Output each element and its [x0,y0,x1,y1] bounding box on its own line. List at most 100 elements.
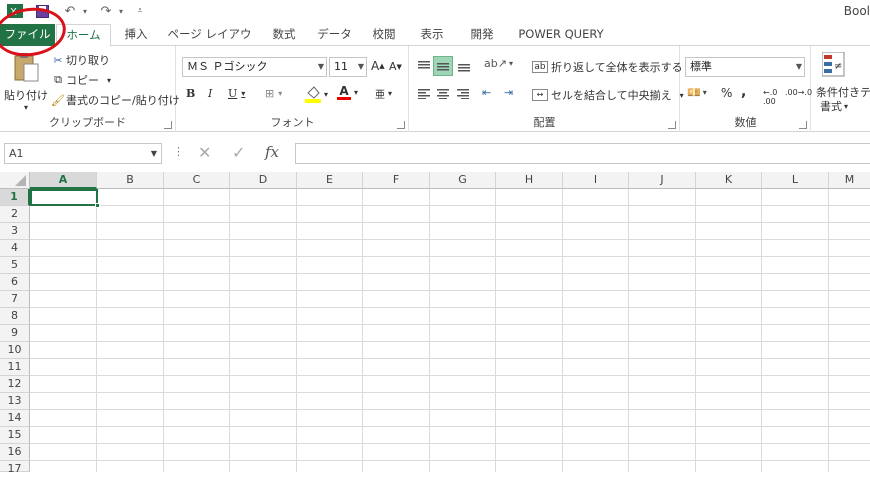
column-header-d[interactable]: D [230,172,297,189]
paste-button[interactable]: 貼り付け ▾ [4,52,48,112]
conditional-format-icon[interactable]: ≠ [822,52,846,78]
copy-label: コピー [66,74,99,87]
redo-dropdown-icon[interactable]: ▾ [116,3,126,19]
font-color-dropdown-icon[interactable]: ▾ [354,88,358,97]
clipboard-group-label: クリップボード [49,116,126,129]
row-header-7[interactable]: 7 [0,291,30,308]
redo-icon[interactable]: ↷ [98,3,114,19]
decrease-indent-icon[interactable]: ⇤ [482,86,491,99]
column-header-m[interactable]: M [829,172,870,189]
tab-formulas[interactable]: 数式 [264,24,304,46]
column-header-j[interactable]: J [629,172,696,189]
currency-icon[interactable]: 💴 ▾ [687,86,707,99]
fill-handle[interactable] [95,203,100,208]
column-header-b[interactable]: B [97,172,164,189]
conditional-format-sub-label[interactable]: 書式 ▾ [820,98,848,114]
fill-color-icon[interactable]: ▾ [305,85,328,103]
row-header-17[interactable]: 17 [0,461,30,475]
column-header-e[interactable]: E [297,172,363,189]
gridline [429,189,430,472]
undo-icon[interactable]: ↶ [62,3,78,19]
select-all-corner[interactable] [0,172,30,189]
row-header-15[interactable]: 15 [0,427,30,444]
tab-insert[interactable]: 挿入 [116,24,156,46]
underline-button[interactable]: U ▾ [228,87,245,100]
italic-button[interactable]: I [208,87,212,100]
number-launcher-icon[interactable] [799,121,807,129]
row-header-2[interactable]: 2 [0,206,30,223]
row-header-3[interactable]: 3 [0,223,30,240]
alignment-launcher-icon[interactable] [668,121,676,129]
number-group: 標準 ▼ 💴 ▾ % , ←.0.00 .00→.0 数値 [681,46,812,132]
font-color-icon[interactable]: A [337,85,351,100]
format-painter-button[interactable]: 🖌 書式のコピー/貼り付け [50,92,180,108]
row-header-10[interactable]: 10 [0,342,30,359]
wrap-text-label: 折り返して全体を表示する [551,61,683,74]
tab-power-query[interactable]: POWER QUERY [512,24,610,46]
tab-review[interactable]: 校閲 [364,24,404,46]
undo-dropdown-icon[interactable]: ▾ [80,3,90,19]
clipboard-group: 貼り付け ▾ ✂ 切り取り ⧉ コピー ▾ 🖌 書式のコピー/貼り付け クリップ… [0,46,180,132]
font-size-select[interactable]: 11 ▼ [329,57,367,77]
column-header-c[interactable]: C [164,172,230,189]
font-name-select[interactable]: ＭＳ Ｐゴシック ▼ [182,57,327,77]
column-header-f[interactable]: F [363,172,430,189]
row-header-11[interactable]: 11 [0,359,30,376]
formula-bar-handle-icon[interactable]: ⋮ [173,145,184,158]
row-header-6[interactable]: 6 [0,274,30,291]
align-middle-icon[interactable] [433,56,453,76]
tab-developer[interactable]: 開発 [462,24,502,46]
column-header-k[interactable]: K [696,172,762,189]
merge-center-button[interactable]: ↔ セルを結合して中央揃え ▾ [532,87,684,103]
enter-icon[interactable]: ✓ [232,143,245,162]
row-header-16[interactable]: 16 [0,444,30,461]
cut-button[interactable]: ✂ 切り取り [50,52,110,68]
column-header-h[interactable]: H [496,172,563,189]
increase-font-icon[interactable]: A ▲ [371,59,385,73]
name-box[interactable]: A1 ▼ [4,143,162,164]
row-header-1[interactable]: 1 [0,189,30,206]
wrap-text-button[interactable]: ab 折り返して全体を表示する [532,59,683,75]
decrease-decimal-icon[interactable]: .00→.0 [785,88,812,97]
customize-qat-icon[interactable]: ⩡ [134,3,146,19]
row-header-8[interactable]: 8 [0,308,30,325]
comma-button[interactable]: , [741,84,746,100]
column-header-i[interactable]: I [563,172,629,189]
bold-button[interactable]: B [186,87,195,100]
align-right-icon[interactable] [454,86,472,102]
tab-page-layout[interactable]: ページ レイアウト [162,24,257,62]
number-format-select[interactable]: 標準 ▼ [685,57,805,77]
clipboard-launcher-icon[interactable] [164,121,172,129]
align-left-icon[interactable] [415,86,433,102]
percent-button[interactable]: % [721,86,732,100]
phonetic-icon[interactable]: 亜 ▾ [375,86,392,101]
increase-decimal-icon[interactable]: ←.0.00 [763,88,777,106]
row-header-14[interactable]: 14 [0,410,30,427]
row-header-5[interactable]: 5 [0,257,30,274]
tab-data[interactable]: データ [312,24,357,46]
column-header-l[interactable]: L [762,172,829,189]
insert-function-icon[interactable]: fx [265,143,279,161]
row-header-9[interactable]: 9 [0,325,30,342]
gridline [30,222,870,223]
selected-cell-a1[interactable] [30,189,98,206]
tab-view[interactable]: 表示 [412,24,452,46]
border-icon[interactable]: ⊞ ▾ [265,87,282,100]
row-header-13[interactable]: 13 [0,393,30,410]
align-center-icon[interactable] [434,86,452,102]
cancel-icon[interactable]: ✕ [198,143,211,162]
row-header-12[interactable]: 12 [0,376,30,393]
formula-input[interactable] [295,143,870,164]
copy-button[interactable]: ⧉ コピー ▾ [50,72,111,88]
table-format-partial[interactable]: テ [860,84,870,100]
orientation-icon[interactable]: ab↗ ▾ [484,57,513,70]
row-header-4[interactable]: 4 [0,240,30,257]
increase-indent-icon[interactable]: ⇥ [504,86,513,99]
decrease-font-icon[interactable]: A ▼ [389,60,402,73]
align-top-icon[interactable] [415,56,433,76]
column-header-g[interactable]: G [430,172,496,189]
column-header-a[interactable]: A [30,172,97,189]
font-launcher-icon[interactable] [397,121,405,129]
gridline [30,290,870,291]
align-bottom-icon[interactable] [455,56,473,76]
